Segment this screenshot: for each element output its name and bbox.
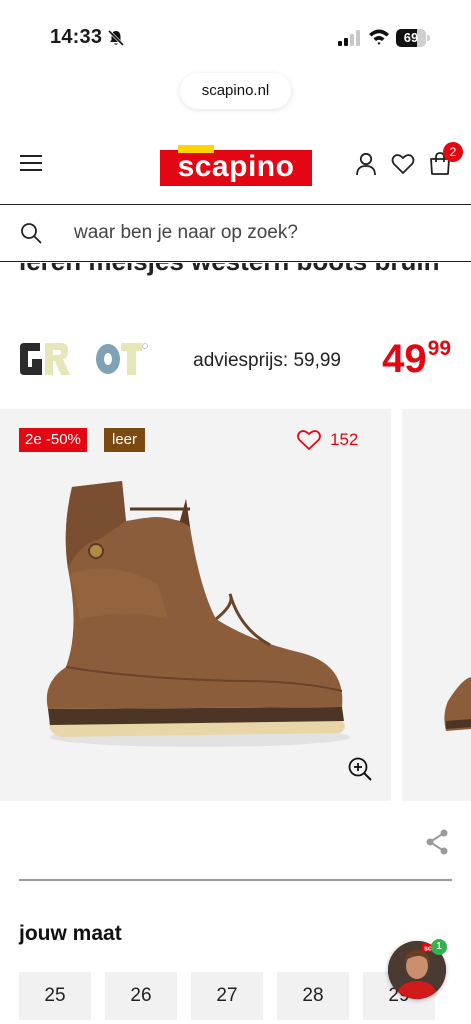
- next-product-image[interactable]: [402, 409, 471, 801]
- wishlist-count: 152: [330, 430, 359, 449]
- size-option[interactable]: 27: [191, 972, 263, 1020]
- menu-icon[interactable]: [20, 154, 42, 172]
- price-main: 49: [382, 337, 427, 381]
- logo-accent: [178, 145, 214, 153]
- groot-logo: [20, 343, 148, 375]
- wifi-icon: [369, 29, 389, 45]
- advice-price: adviesprijs: 59,99: [193, 350, 341, 371]
- product-title-container: leren meisjes western boots bruin: [0, 263, 471, 323]
- sale-price: 4999: [382, 336, 451, 382]
- site-header: scapino 2: [0, 130, 471, 200]
- boot-image-partial: [444, 677, 471, 731]
- heart-outline-icon: [297, 430, 321, 450]
- scapino-logo[interactable]: scapino: [160, 145, 312, 186]
- section-divider: [19, 879, 452, 881]
- product-image[interactable]: 2e -50% leer 152: [0, 409, 391, 801]
- status-bar: 14:33 69: [0, 0, 471, 72]
- battery-level: 69: [403, 30, 419, 45]
- boot-image: [46, 481, 350, 747]
- search-bar: [0, 204, 471, 262]
- size-option[interactable]: 28: [277, 972, 349, 1020]
- search-input[interactable]: [74, 219, 454, 247]
- signal-icon: [338, 30, 360, 46]
- size-option[interactable]: 25: [19, 972, 91, 1020]
- chat-notification-badge: 1: [431, 939, 447, 955]
- size-heading: jouw maat: [19, 922, 122, 945]
- address-bar[interactable]: scapino.nl: [180, 73, 291, 109]
- brand-logo[interactable]: [18, 341, 150, 377]
- bell-off-icon: [107, 29, 125, 47]
- heart-icon[interactable]: [391, 153, 415, 175]
- logo-text: scapino: [160, 150, 312, 186]
- user-icon[interactable]: [355, 152, 377, 176]
- zoom-in-icon[interactable]: [347, 756, 373, 782]
- search-icon[interactable]: [20, 222, 42, 244]
- promo-badge: 2e -50%: [19, 428, 87, 452]
- status-time: 14:33: [50, 26, 103, 48]
- product-title: leren meisjes western boots bruin: [19, 263, 459, 279]
- material-badge: leer: [104, 428, 146, 452]
- share-icon[interactable]: [425, 829, 449, 855]
- battery-icon: 69: [396, 29, 430, 47]
- cart-count-badge: 2: [443, 142, 463, 162]
- size-option[interactable]: 26: [105, 972, 177, 1020]
- price-cents: 99: [427, 337, 451, 360]
